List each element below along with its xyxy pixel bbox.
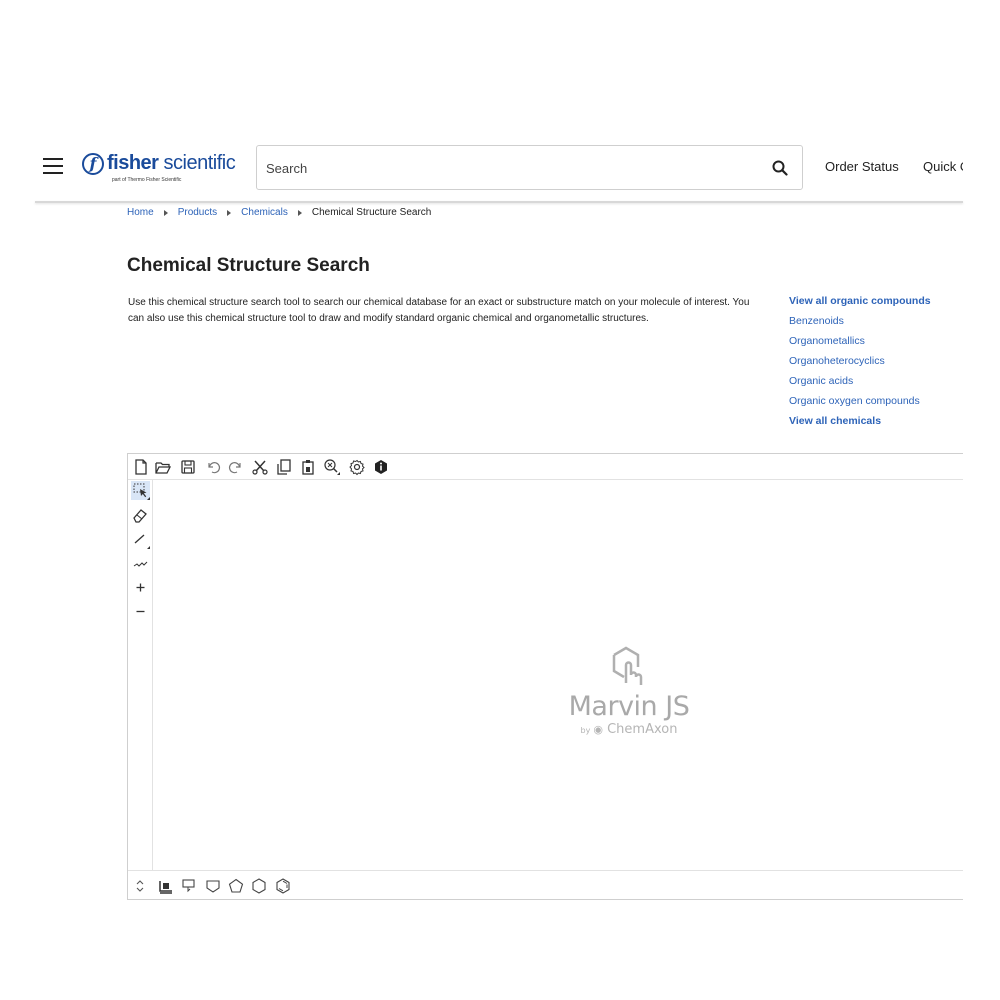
settings-icon[interactable] — [348, 458, 366, 476]
breadcrumb-arrow-icon — [297, 209, 302, 216]
search-box — [256, 145, 803, 190]
logo-brand-text: fisher scientific — [107, 152, 236, 174]
chemaxon-flame-icon: ◉ — [593, 723, 603, 736]
link-organic-acids[interactable]: Organic acids — [789, 374, 963, 394]
search-icon[interactable] — [772, 160, 788, 176]
breadcrumb-arrow-icon — [227, 209, 232, 216]
breadcrumb-chemicals[interactable]: Chemicals — [241, 207, 288, 218]
breadcrumb-products[interactable]: Products — [178, 207, 217, 218]
open-folder-icon[interactable] — [154, 458, 172, 476]
breadcrumb: Home Products Chemicals Chemical Structu… — [127, 207, 431, 218]
link-organometallics[interactable]: Organometallics — [789, 334, 963, 354]
link-benzenoids[interactable]: Benzenoids — [789, 314, 963, 334]
marvin-hand-logo-icon — [612, 646, 643, 685]
editor-left-toolbar — [128, 480, 153, 870]
structure-editor: Marvin JS by ◉ ChemAxon — [127, 453, 963, 900]
cyclopropane-icon[interactable] — [180, 877, 198, 895]
cut-icon[interactable] — [251, 458, 269, 476]
single-bond-icon[interactable] — [131, 530, 150, 549]
rectangle-select-icon[interactable] — [131, 481, 150, 500]
breadcrumb-home[interactable]: Home — [127, 207, 154, 218]
cyclopentane-icon[interactable] — [227, 877, 245, 895]
search-input[interactable] — [266, 158, 746, 178]
link-organoheterocyclics[interactable]: Organoheterocyclics — [789, 354, 963, 374]
chemaxon-credit: by ◉ ChemAxon — [559, 722, 699, 737]
cyclohexane-icon[interactable] — [250, 877, 268, 895]
benzene-icon[interactable] — [274, 877, 292, 895]
link-view-all-chemicals[interactable]: View all chemicals — [789, 414, 963, 434]
info-icon[interactable] — [372, 458, 390, 476]
editor-top-toolbar — [128, 454, 963, 480]
by-label: by — [580, 726, 591, 735]
marvin-js-watermark: Marvin JS by ◉ ChemAxon — [559, 639, 699, 737]
template-library-icon[interactable] — [157, 877, 175, 895]
link-view-all-organic-compounds[interactable]: View all organic compounds — [789, 294, 963, 314]
chain-icon[interactable] — [131, 554, 150, 573]
new-document-icon[interactable] — [132, 458, 150, 476]
eraser-icon[interactable] — [131, 506, 150, 525]
chemaxon-name: ChemAxon — [607, 722, 678, 737]
link-organic-oxygen-compounds[interactable]: Organic oxygen compounds — [789, 394, 963, 414]
increase-charge-icon[interactable] — [131, 578, 150, 597]
page-title: Chemical Structure Search — [127, 255, 370, 276]
editor-bottom-toolbar — [128, 870, 963, 899]
drawing-canvas[interactable]: Marvin JS by ◉ ChemAxon — [154, 481, 963, 870]
hamburger-menu-icon[interactable] — [43, 158, 63, 174]
undo-icon[interactable] — [204, 458, 222, 476]
logo-tagline: part of Thermo Fisher Scientific — [112, 177, 182, 183]
scroll-arrows-icon[interactable] — [131, 877, 149, 895]
breadcrumb-arrow-icon — [163, 209, 168, 216]
decrease-charge-icon[interactable] — [131, 602, 150, 621]
fisher-scientific-logo[interactable]: f fisher scientific part of Thermo Fishe… — [82, 150, 242, 190]
redo-icon[interactable] — [227, 458, 245, 476]
quick-order-link[interactable]: Quick O — [923, 159, 963, 174]
copy-icon[interactable] — [275, 458, 293, 476]
zoom-icon[interactable] — [323, 458, 341, 476]
order-status-link[interactable]: Order Status — [825, 159, 899, 174]
save-icon[interactable] — [179, 458, 197, 476]
paste-icon[interactable] — [299, 458, 317, 476]
breadcrumb-current: Chemical Structure Search — [311, 207, 432, 218]
marvin-js-title: Marvin JS — [568, 691, 690, 722]
intro-text: Use this chemical structure search tool … — [128, 297, 750, 324]
cyclobutane-icon[interactable] — [204, 877, 222, 895]
fisher-f-logo-icon: f — [82, 153, 104, 175]
related-links: View all organic compounds Benzenoids Or… — [789, 294, 963, 434]
header-divider — [35, 201, 963, 203]
